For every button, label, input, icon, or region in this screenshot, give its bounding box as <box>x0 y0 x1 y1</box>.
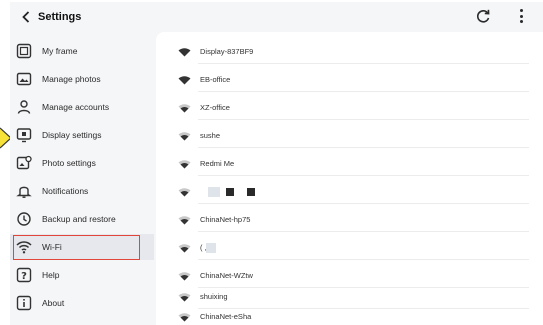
wifi-signal-medium-icon <box>178 160 191 169</box>
sidebar-item-manage-accounts[interactable]: Manage accounts <box>10 94 154 120</box>
wifi-ssid: Redmi Me <box>200 159 235 168</box>
info-icon <box>16 295 32 311</box>
page-title: Settings <box>38 11 82 23</box>
more-vertical-icon[interactable] <box>516 7 526 25</box>
sidebar-item-label: Manage photos <box>42 74 101 84</box>
wifi-network-row[interactable]: ( , <box>156 236 529 260</box>
sidebar-item-label: Help <box>42 270 60 280</box>
sidebar-item-notifications[interactable]: Notifications <box>10 178 154 204</box>
bell-icon <box>16 186 32 198</box>
redacted-text <box>247 188 255 196</box>
wifi-signal-medium-icon <box>178 104 191 113</box>
wifi-ssid: sushe <box>200 131 221 140</box>
settings-window: Settings My frame Manage photos Manage a… <box>10 2 543 325</box>
wifi-ssid: EB-office <box>200 75 231 84</box>
top-bar: Settings <box>10 2 543 32</box>
wifi-network-row[interactable] <box>156 180 529 204</box>
sidebar: My frame Manage photos Manage accounts D… <box>10 36 154 325</box>
wifi-ssid: ChinaNet-WZtw <box>200 271 253 280</box>
sidebar-item-label: Manage accounts <box>42 102 110 112</box>
wifi-network-row[interactable]: XZ-office <box>156 96 529 120</box>
display-icon <box>16 128 32 143</box>
redacted-text <box>208 187 220 197</box>
wifi-signal-medium-icon <box>178 188 191 197</box>
refresh-icon[interactable] <box>475 8 491 24</box>
sidebar-item-backup-and-restore[interactable]: Backup and restore <box>10 206 154 232</box>
wifi-ssid: Display-837BF9 <box>200 47 254 56</box>
sidebar-item-label: About <box>42 298 65 308</box>
wifi-signal-medium-icon <box>178 293 191 302</box>
wifi-signal-medium-icon <box>178 244 191 253</box>
help-icon: ? <box>16 267 32 283</box>
wifi-signal-full-icon <box>178 48 191 57</box>
wifi-ssid: XZ-office <box>200 103 230 112</box>
wifi-ssid: ChinaNet-hp75 <box>200 215 251 224</box>
backup-icon <box>17 212 31 226</box>
sidebar-item-help[interactable]: ? Help <box>10 262 154 288</box>
sidebar-item-about[interactable]: About <box>10 290 154 316</box>
frame-icon <box>16 43 32 59</box>
sidebar-item-my-frame[interactable]: My frame <box>10 38 154 64</box>
sidebar-item-label: Backup and restore <box>42 214 116 224</box>
sidebar-item-photo-settings[interactable]: Photo settings <box>10 150 154 176</box>
wifi-network-row[interactable]: EB-office <box>156 68 529 92</box>
wifi-signal-medium-icon <box>178 216 191 225</box>
wifi-signal-full-icon <box>178 76 191 85</box>
accounts-icon <box>17 100 31 114</box>
svg-text:?: ? <box>21 271 27 282</box>
sidebar-item-label: Photo settings <box>42 158 96 168</box>
wifi-network-row[interactable]: Display-837BF9 <box>156 40 529 64</box>
redacted-text <box>206 243 216 253</box>
sidebar-item-label: Display settings <box>42 130 102 140</box>
sidebar-item-label: Notifications <box>42 186 89 196</box>
wifi-network-row[interactable]: ChinaNet-hp75 <box>156 208 529 232</box>
wifi-signal-medium-icon <box>178 272 191 281</box>
wifi-signal-medium-icon <box>178 313 191 322</box>
redacted-text <box>226 188 234 196</box>
wifi-ssid: shuixing <box>200 292 228 301</box>
wifi-network-row[interactable]: ChinaNet-eSha <box>156 305 529 325</box>
photo-settings-icon <box>16 155 32 170</box>
sidebar-item-label: My frame <box>42 46 78 56</box>
wifi-network-row[interactable]: sushe <box>156 124 529 148</box>
wifi-ssid: ChinaNet-eSha <box>200 312 252 321</box>
sidebar-item-display-settings[interactable]: Display settings <box>10 122 154 148</box>
wifi-network-row[interactable]: Redmi Me <box>156 152 529 176</box>
photos-icon <box>16 72 32 86</box>
chevron-left-icon[interactable] <box>20 10 32 24</box>
sidebar-item-manage-photos[interactable]: Manage photos <box>10 66 154 92</box>
highlight-box <box>13 235 140 260</box>
wifi-network-list: Display-837BF9 EB-office XZ-office sushe… <box>156 32 543 325</box>
wifi-signal-medium-icon <box>178 132 191 141</box>
